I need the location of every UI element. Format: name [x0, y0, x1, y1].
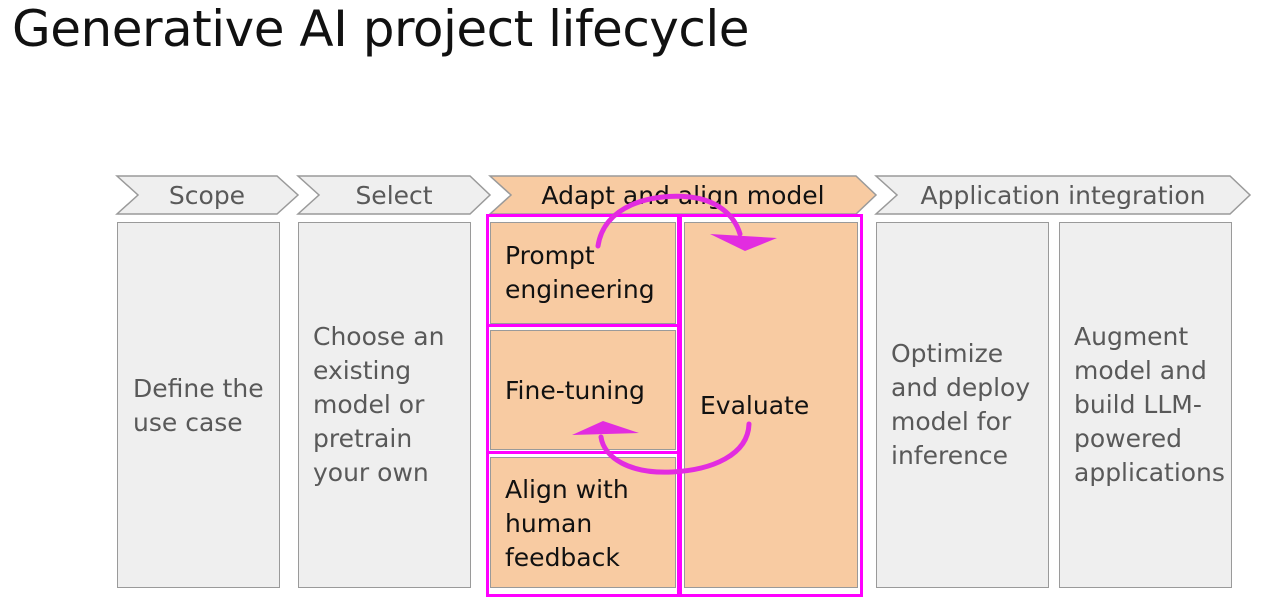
- text-line: Fine-tuning: [505, 376, 645, 405]
- optimize-text: Optimize and deploy model for inference: [891, 337, 1030, 473]
- text-line: model for: [891, 407, 1012, 436]
- finetune-text: Fine-tuning: [505, 374, 645, 408]
- prompt-text: Prompt engineering: [505, 239, 655, 307]
- highlight-divider-bottom: [486, 451, 680, 454]
- text-line: Prompt: [505, 241, 595, 270]
- phase-label-adapt: Adapt and align model: [541, 181, 824, 210]
- phase-label-integration: Application integration: [921, 181, 1206, 210]
- phase-label-scope: Scope: [169, 181, 245, 210]
- text-line: Optimize: [891, 339, 1004, 368]
- text-line: build LLM-: [1074, 390, 1202, 419]
- text-line: Define the: [133, 374, 264, 403]
- text-line: applications: [1074, 458, 1225, 487]
- text-line: existing: [313, 356, 412, 385]
- text-line: and deploy: [891, 373, 1031, 402]
- text-line: pretrain: [313, 424, 413, 453]
- augment-text: Augment model and build LLM- powered app…: [1074, 320, 1225, 490]
- text-line: Choose an: [313, 322, 445, 351]
- text-line: your own: [313, 458, 429, 487]
- align-text: Align with human feedback: [505, 473, 629, 575]
- choose-text: Choose an existing model or pretrain you…: [313, 320, 444, 490]
- text-line: model and: [1074, 356, 1207, 385]
- text-line: engineering: [505, 275, 655, 304]
- text-line: Evaluate: [700, 391, 810, 420]
- text-line: human: [505, 509, 593, 538]
- text-line: Augment: [1074, 322, 1189, 351]
- text-line: model or: [313, 390, 425, 419]
- text-line: Align with: [505, 475, 629, 504]
- highlight-divider-top: [486, 324, 680, 327]
- text-line: feedback: [505, 543, 620, 572]
- text-line: inference: [891, 441, 1009, 470]
- text-line: use case: [133, 408, 243, 437]
- text-line: powered: [1074, 424, 1182, 453]
- phase-label-select: Select: [355, 181, 432, 210]
- evaluate-text: Evaluate: [700, 389, 809, 423]
- define-text: Define the use case: [133, 372, 264, 440]
